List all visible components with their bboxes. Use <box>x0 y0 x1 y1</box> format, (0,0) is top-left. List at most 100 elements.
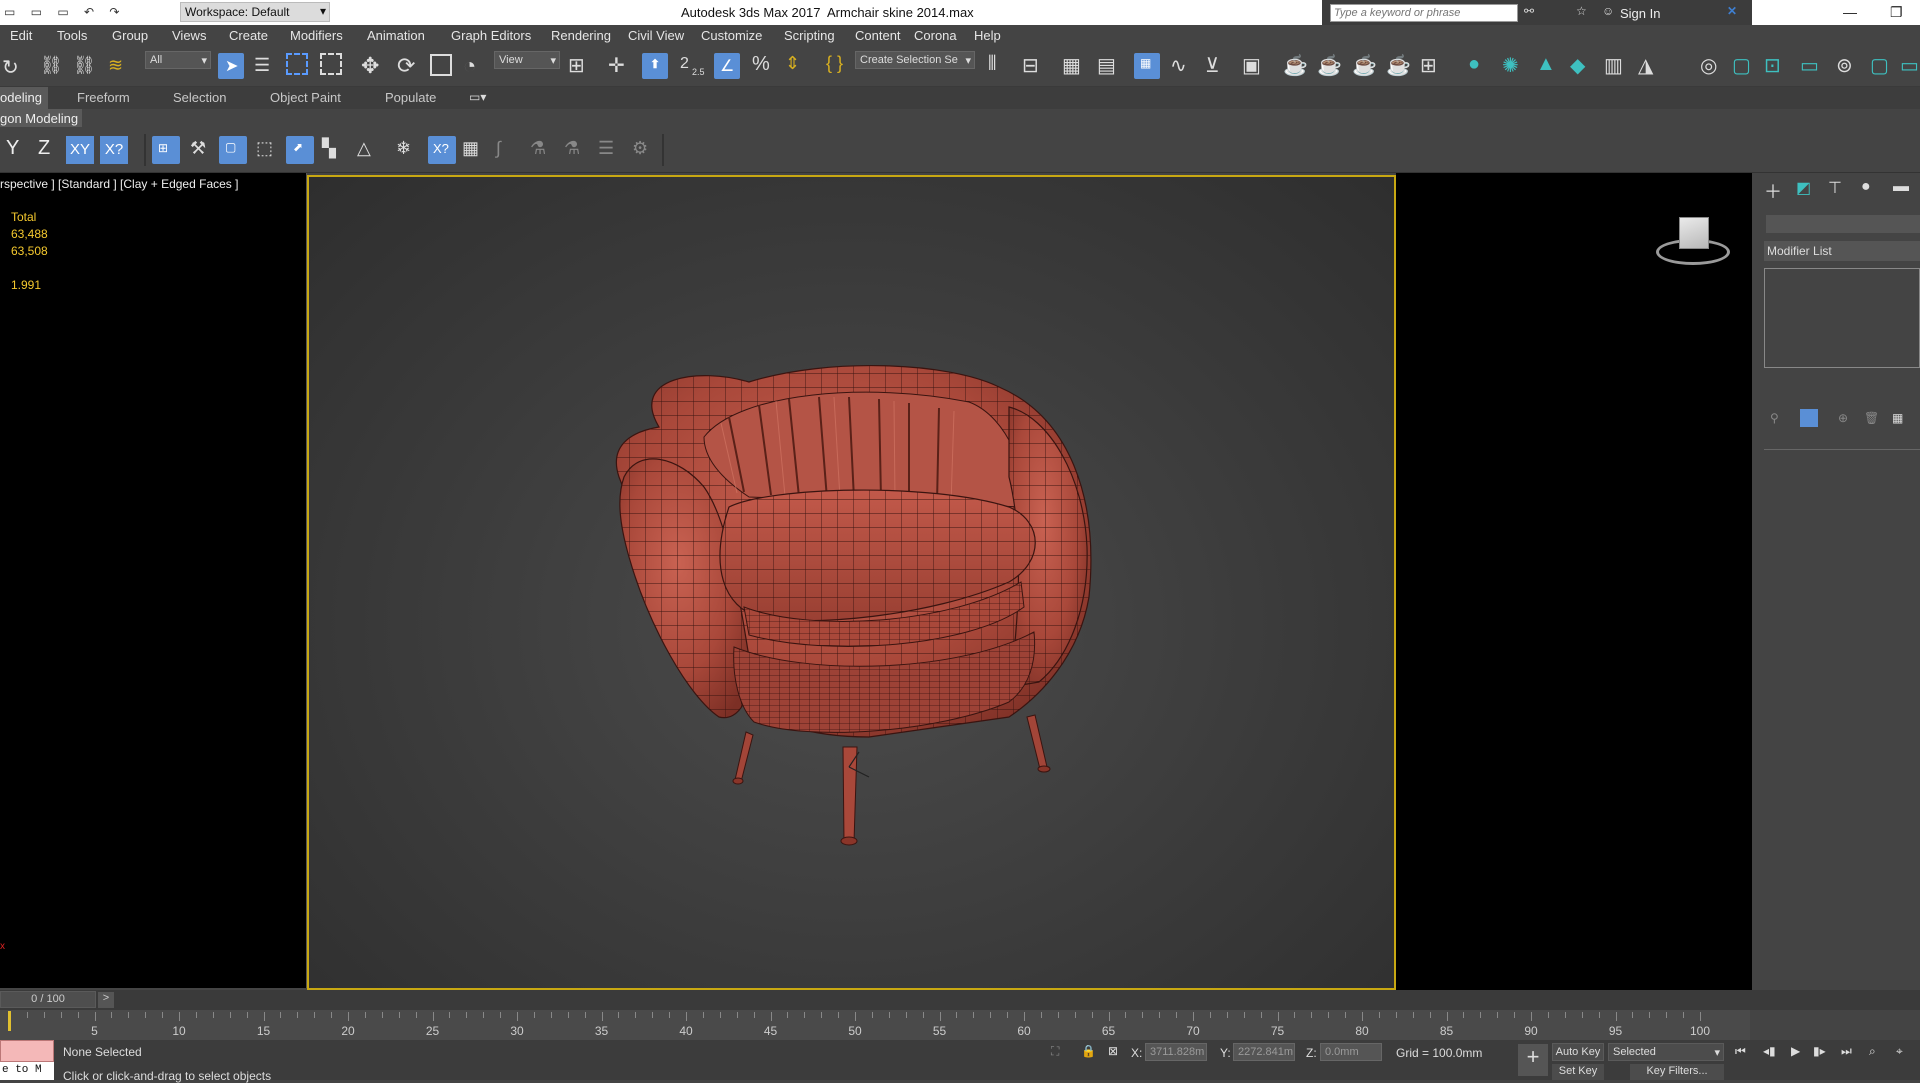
modifier-stack[interactable] <box>1764 268 1920 368</box>
restore-icon[interactable]: ❐ <box>1890 4 1903 21</box>
curve-editor-icon[interactable]: ∿ <box>1170 53 1187 78</box>
viewport-perspective[interactable] <box>307 175 1396 990</box>
binoculars-icon[interactable]: ⚯ <box>1524 4 1534 18</box>
menu-help[interactable]: Help <box>974 28 1001 43</box>
corona-light-icon[interactable]: ◮ <box>1638 53 1653 78</box>
snap-film-icon[interactable]: ▦ <box>462 138 479 159</box>
zoom-all-icon[interactable]: ⌖ <box>1896 1044 1903 1059</box>
placement-icon[interactable]: ◔ <box>463 53 476 79</box>
modify-tab-icon[interactable]: ◩ <box>1796 178 1811 198</box>
book-icon[interactable]: ▥ <box>1604 53 1623 78</box>
percent-snap-icon[interactable]: % <box>752 53 770 76</box>
select-manipulate-icon[interactable]: ✛ <box>608 53 625 78</box>
time-slider-thumb[interactable]: 0 / 100 <box>0 991 96 1008</box>
snap-bone-icon[interactable]: ⚗ <box>564 138 580 159</box>
menu-views[interactable]: Views <box>172 28 206 43</box>
pin-stack-icon[interactable]: ⚲ <box>1770 411 1779 425</box>
isolate-icon[interactable]: ⛶ <box>1051 1044 1059 1059</box>
viewcube[interactable] <box>1679 217 1709 249</box>
menu-animation[interactable]: Animation <box>367 28 425 43</box>
snaps-toggle-icon[interactable]: 2 <box>680 55 689 73</box>
tab-selection[interactable]: Selection <box>173 90 226 105</box>
keyboard-shortcut-override-button[interactable]: ⬆ <box>642 53 668 79</box>
track-bar[interactable]: 5 10 15 20 25 30 35 40 45 50 55 60 65 70 75 80 85 90 95 100 <box>0 1010 1750 1040</box>
corona-map-icon[interactable]: ▭ <box>1800 53 1819 78</box>
sign-in-link[interactable]: Sign In <box>1620 6 1660 21</box>
axis-y-button[interactable]: Y <box>6 137 19 160</box>
geometry-icon[interactable]: ◆ <box>1570 53 1585 78</box>
snap-edge-button[interactable]: ⬈ <box>286 136 314 164</box>
tab-object-paint[interactable]: Object Paint <box>270 90 341 105</box>
corona-extra-icon[interactable]: ▭ <box>1900 53 1919 78</box>
window-crossing-icon[interactable] <box>320 53 342 75</box>
snap-midpoint-icon[interactable]: ▚ <box>322 138 336 159</box>
rotate-icon[interactable]: ⟳ <box>397 53 415 79</box>
named-selection-dropdown[interactable]: Create Selection Se ▾ <box>855 51 975 69</box>
rendered-frame-icon[interactable]: ☕ <box>1317 53 1342 78</box>
grid-icon[interactable]: ⊞ <box>1420 53 1437 78</box>
rect-selection-icon[interactable] <box>286 53 308 75</box>
menu-edit[interactable]: Edit <box>10 28 32 43</box>
select-object-button[interactable]: ➤ <box>218 53 244 79</box>
menu-modifiers[interactable]: Modifiers <box>290 28 343 43</box>
minimize-icon[interactable]: — <box>1843 4 1857 20</box>
display-tab-icon[interactable]: ▬ <box>1893 178 1909 196</box>
viewport-right[interactable] <box>1396 173 1752 993</box>
snap-freeze-icon[interactable]: ❄ <box>396 138 411 159</box>
menu-content[interactable]: Content <box>855 28 901 43</box>
snap-pivot-icon[interactable]: ⚒ <box>190 138 206 159</box>
menu-rendering[interactable]: Rendering <box>551 28 611 43</box>
material-editor-icon[interactable]: ▣ <box>1242 53 1261 78</box>
menu-graph-editors[interactable]: Graph Editors <box>451 28 531 43</box>
remove-modifier-icon[interactable]: 🗑 <box>1864 411 1879 425</box>
snap-endpoint-icon[interactable]: ⬚ <box>256 138 273 159</box>
quick-access-icons[interactable]: ▭ ▭ ▭ ↶ ↷ <box>4 5 125 19</box>
redo-icon[interactable]: ↻ <box>2 55 19 80</box>
go-to-start-icon[interactable]: ⏮ <box>1735 1044 1746 1059</box>
absolute-mode-icon[interactable]: ⊠ <box>1108 1044 1118 1058</box>
pivot-center-icon[interactable]: ⊞ <box>568 53 585 78</box>
menu-create[interactable]: Create <box>229 28 268 43</box>
viewport-left[interactable]: rspective ] [Standard ] [Clay + Edged Fa… <box>0 173 307 988</box>
snap-face-icon[interactable]: △ <box>357 138 371 159</box>
menu-customize[interactable]: Customize <box>701 28 762 43</box>
search-input[interactable] <box>1330 4 1518 22</box>
corona-vfb-icon[interactable]: ▢ <box>1732 53 1751 78</box>
axis-z-button[interactable]: Z <box>38 137 50 160</box>
corona-camera-icon[interactable]: ⊚ <box>1836 53 1853 78</box>
snap-vertex-button[interactable]: ▢ <box>219 136 247 164</box>
snap-grid-button[interactable]: ⊞ <box>152 136 180 164</box>
menu-civil-view[interactable]: Civil View <box>628 28 684 43</box>
render-icon[interactable]: ☕ <box>1352 53 1377 78</box>
menu-group[interactable]: Group <box>112 28 148 43</box>
add-time-tag-icon[interactable]: + <box>1518 1044 1548 1076</box>
show-end-result-icon[interactable] <box>1800 409 1818 427</box>
modifier-list-dropdown[interactable]: Modifier List <box>1764 241 1920 261</box>
corona-proxy-icon[interactable]: ▢ <box>1870 53 1889 78</box>
previous-frame-icon[interactable]: ◂▮ <box>1763 1044 1776 1058</box>
scene-explorer-icon[interactable]: ▦ <box>1062 53 1081 78</box>
bind-spacewarp-icon[interactable]: ≋ <box>108 55 123 76</box>
render-setup-icon[interactable]: ☕ <box>1283 53 1308 78</box>
snap-layer-icon[interactable]: ☰ <box>598 138 614 159</box>
edit-named-sel-icon[interactable]: { } <box>826 53 843 74</box>
key-mode-dropdown[interactable]: Selected ▾ <box>1608 1043 1724 1061</box>
move-icon[interactable]: ✥ <box>361 53 379 79</box>
spinner-snap-icon[interactable]: ⇕ <box>785 53 800 74</box>
maxscript-listener[interactable] <box>0 1040 54 1062</box>
axis-xyz-button[interactable]: X? <box>100 136 128 164</box>
y-coord-field[interactable]: 2272.841m <box>1233 1043 1295 1061</box>
light-icon[interactable]: ● <box>1468 53 1480 76</box>
object-name-field[interactable] <box>1766 215 1920 233</box>
select-by-name-icon[interactable]: ☰ <box>254 55 270 76</box>
create-tab-icon[interactable]: ＋ <box>1764 178 1782 204</box>
ribbon-title[interactable]: gon Modeling <box>0 109 83 127</box>
selection-filter-dropdown[interactable]: All ▾ <box>145 51 211 69</box>
snap-spline-icon[interactable]: ∫ <box>496 138 501 159</box>
tab-freeform[interactable]: Freeform <box>77 90 130 105</box>
menu-corona[interactable]: Corona <box>914 28 957 43</box>
z-coord-field[interactable]: 0.0mm <box>1320 1043 1382 1061</box>
auto-key-button[interactable]: Auto Key <box>1552 1043 1604 1061</box>
star-icon[interactable]: ☆ <box>1576 4 1587 18</box>
corona-render-icon[interactable]: ◎ <box>1700 53 1717 78</box>
